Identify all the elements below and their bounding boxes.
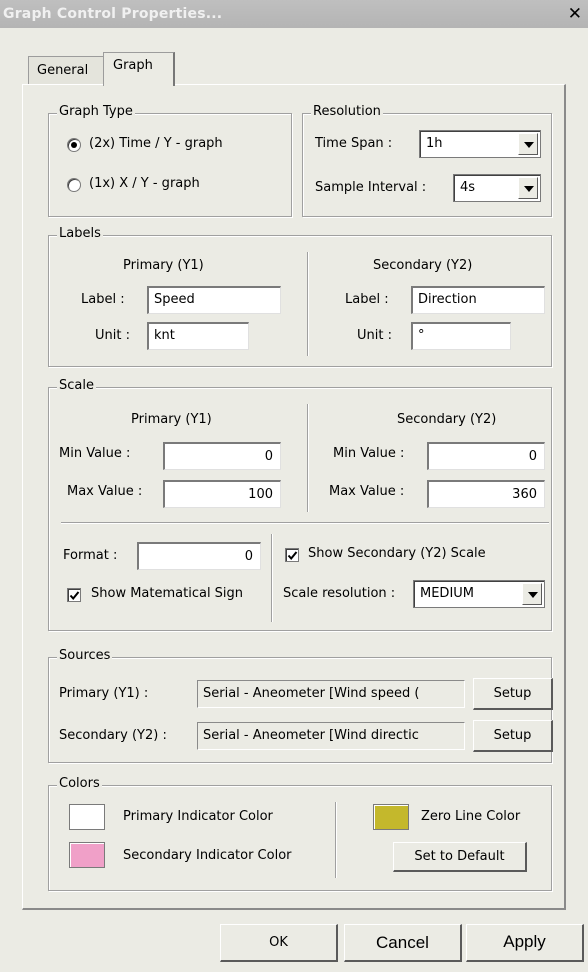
sample-interval-value: 4s [460, 180, 476, 195]
sample-interval-label: Sample Interval : [315, 180, 427, 195]
show-sign-label[interactable]: Show Matematical Sign [91, 586, 243, 601]
graph-type-group: Graph Type (2x) Time / Y - graph (1x) X … [48, 104, 292, 217]
primary-label-input[interactable]: Speed [147, 286, 281, 314]
secondary-label-caption: Label : [345, 292, 389, 307]
secondary-min-caption: Min Value : [333, 446, 405, 461]
primary-source-field: Serial - Aneometer [Wind speed ( [197, 680, 465, 708]
ok-button[interactable]: OK [220, 924, 338, 962]
secondary-source-field: Serial - Aneometer [Wind directic [197, 722, 465, 750]
tab-graph-label: Graph [113, 58, 153, 73]
scale-legend: Scale [57, 378, 96, 393]
cancel-button[interactable]: Cancel [344, 924, 462, 962]
scale-secondary-heading: Secondary (Y2) [397, 412, 497, 427]
labels-primary-heading: Primary (Y1) [123, 258, 204, 273]
primary-setup-button[interactable]: Setup [473, 678, 553, 710]
graph-type-legend: Graph Type [57, 104, 135, 119]
secondary-label-input[interactable]: Direction [411, 286, 545, 314]
primary-indicator-color-label: Primary Indicator Color [123, 809, 273, 824]
tab-general-label: General [37, 63, 89, 78]
primary-indicator-color-swatch[interactable] [69, 804, 105, 830]
show-secondary-scale-label[interactable]: Show Secondary (Y2) Scale [308, 546, 486, 561]
scale-horizontal-divider [61, 522, 549, 524]
close-icon[interactable]: ✕ [568, 4, 582, 24]
colors-divider [335, 802, 337, 878]
secondary-max-input[interactable]: 360 [427, 480, 545, 508]
dialog-window: Graph Control Properties... ✕ General Gr… [0, 0, 588, 972]
primary-min-caption: Min Value : [59, 446, 131, 461]
radio-x-y-graph-label[interactable]: (1x) X / Y - graph [89, 176, 200, 191]
secondary-unit-input[interactable]: ° [411, 322, 511, 350]
time-span-value: 1h [426, 136, 443, 151]
secondary-indicator-color-label: Secondary Indicator Color [123, 848, 292, 863]
radio-x-y-graph[interactable] [67, 178, 81, 192]
tab-graph[interactable]: Graph [103, 52, 175, 86]
scale-divider [307, 404, 309, 512]
primary-max-caption: Max Value : [67, 484, 143, 499]
checkmark-icon [69, 591, 80, 601]
colors-group: Colors Primary Indicator Color Secondary… [48, 776, 552, 891]
primary-min-input[interactable]: 0 [163, 442, 281, 470]
zero-line-color-swatch[interactable] [373, 804, 409, 830]
secondary-unit-caption: Unit : [357, 328, 392, 343]
secondary-source-caption: Secondary (Y2) : [59, 728, 167, 743]
window-title: Graph Control Properties... [3, 6, 223, 22]
primary-max-input[interactable]: 100 [163, 480, 281, 508]
sources-legend: Sources [57, 648, 113, 663]
format-caption: Format : [63, 548, 118, 563]
colors-legend: Colors [57, 776, 102, 791]
zero-line-color-label: Zero Line Color [421, 809, 521, 824]
resolution-legend: Resolution [311, 104, 383, 119]
tab-general[interactable]: General [28, 56, 104, 84]
sample-interval-select[interactable]: 4s [453, 174, 541, 202]
scale-resolution-value: MEDIUM [420, 586, 475, 601]
primary-unit-caption: Unit : [95, 328, 130, 343]
labels-legend: Labels [57, 226, 103, 241]
scale-group: Scale Primary (Y1) Min Value : 0 Max Val… [48, 378, 552, 631]
chevron-down-icon[interactable] [522, 583, 542, 605]
radio-time-y-graph-label[interactable]: (2x) Time / Y - graph [89, 136, 223, 151]
set-to-default-button[interactable]: Set to Default [393, 842, 527, 872]
graph-tab-panel: Graph Type (2x) Time / Y - graph (1x) X … [22, 84, 566, 910]
apply-button[interactable]: Apply [466, 924, 584, 962]
scale-resolution-select[interactable]: MEDIUM [413, 580, 545, 608]
labels-divider [307, 252, 309, 356]
show-sign-checkbox[interactable] [67, 588, 81, 602]
labels-secondary-heading: Secondary (Y2) [373, 258, 473, 273]
format-input[interactable]: 0 [137, 542, 261, 570]
title-bar[interactable]: Graph Control Properties... ✕ [0, 0, 588, 28]
secondary-max-caption: Max Value : [329, 484, 405, 499]
sources-group: Sources Primary (Y1) : Serial - Aneomete… [48, 648, 553, 763]
scale-resolution-caption: Scale resolution : [283, 586, 396, 601]
secondary-setup-button[interactable]: Setup [473, 720, 553, 752]
scale-primary-heading: Primary (Y1) [131, 412, 212, 427]
secondary-indicator-color-swatch[interactable] [69, 842, 105, 868]
chevron-down-icon[interactable] [518, 133, 538, 155]
chevron-down-icon[interactable] [518, 177, 538, 199]
checkmark-icon [287, 551, 298, 561]
radio-time-y-graph[interactable] [67, 138, 81, 152]
secondary-min-input[interactable]: 0 [427, 442, 545, 470]
primary-source-caption: Primary (Y1) : [59, 686, 149, 701]
labels-group: Labels Primary (Y1) Label : Speed Unit :… [48, 226, 552, 367]
primary-label-caption: Label : [81, 292, 125, 307]
time-span-label: Time Span : [315, 136, 393, 151]
primary-unit-input[interactable]: knt [147, 322, 249, 350]
resolution-group: Resolution Time Span : 1h Sample Interva… [302, 104, 552, 217]
scale-bottom-divider [271, 534, 273, 622]
show-secondary-scale-checkbox[interactable] [285, 548, 299, 562]
time-span-select[interactable]: 1h [419, 130, 541, 158]
